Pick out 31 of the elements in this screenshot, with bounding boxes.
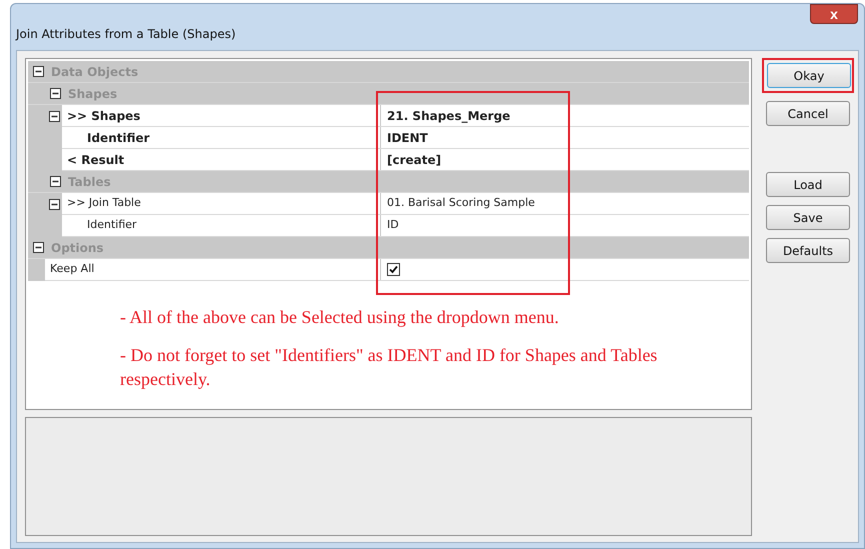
category-label: Shapes xyxy=(68,86,118,102)
collapse-icon[interactable] xyxy=(50,176,61,187)
collapse-icon[interactable] xyxy=(49,198,60,210)
property-name: >> Shapes xyxy=(67,108,140,124)
collapse-icon[interactable] xyxy=(50,88,61,99)
dialog-button[interactable]: Load xyxy=(766,172,850,197)
collapse-icon[interactable] xyxy=(49,110,60,122)
annotation-note: - All of the above can be Selected using the dropdown menu. xyxy=(120,306,560,329)
category-label: Data Objects xyxy=(51,64,138,80)
collapse-icon[interactable] xyxy=(33,66,44,77)
property-name: >> Join Table xyxy=(67,195,141,212)
checkbox[interactable] xyxy=(387,263,400,276)
category-label: Options xyxy=(51,240,104,256)
property-value[interactable]: 21. Shapes_Merge xyxy=(387,106,510,124)
property-value[interactable]: ID xyxy=(387,217,399,234)
property-value[interactable]: 01. Barisal Scoring Sample xyxy=(387,195,535,212)
category-label: Tables xyxy=(68,174,111,190)
dialog-button[interactable]: Okay xyxy=(767,63,851,88)
property-name: Keep All xyxy=(50,261,94,278)
property-name: Identifier xyxy=(87,130,150,146)
close-button[interactable]: x xyxy=(810,4,858,24)
collapse-icon[interactable] xyxy=(33,242,44,253)
dialog-button[interactable]: Save xyxy=(766,205,850,230)
property-name: Identifier xyxy=(87,217,137,234)
annotation-note: - Do not forget to set "Identifiers" as IDENT and ID for Shapes and Tables respectively. xyxy=(120,344,658,391)
property-value[interactable]: [create] xyxy=(387,150,442,168)
property-value[interactable]: IDENT xyxy=(387,128,428,146)
dialog-button[interactable]: Cancel xyxy=(766,101,850,126)
dialog-button[interactable]: Defaults xyxy=(766,238,850,263)
property-name: < Result xyxy=(67,152,124,168)
window-title: Join Attributes from a Table (Shapes) xyxy=(16,26,236,43)
